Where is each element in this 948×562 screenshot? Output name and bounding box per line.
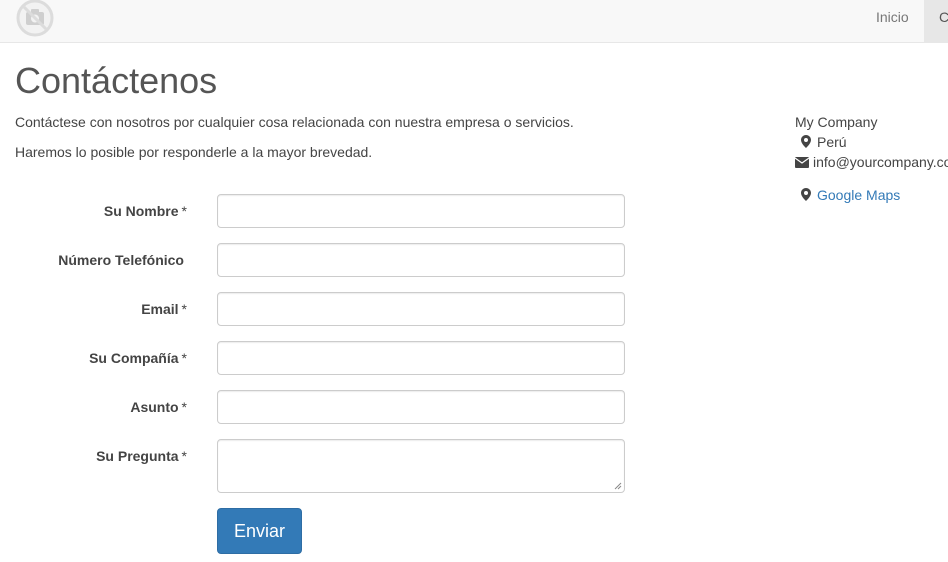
subject-label: Asunto *	[130, 399, 187, 415]
email-input[interactable]	[217, 292, 625, 326]
company-email[interactable]: info@yourcompany.com	[813, 154, 948, 170]
company-country: Perú	[817, 134, 847, 150]
intro-text: Contáctese con nosotros por cualquier co…	[15, 114, 574, 130]
map-marker-icon	[799, 188, 813, 204]
company-country-line: Perú	[795, 134, 847, 151]
resize-grip-icon[interactable]	[614, 482, 622, 490]
question-label: Su Pregunta *	[96, 448, 187, 464]
company-info: My Company Perú info@yourcompany.com Goo…	[795, 0, 948, 220]
phone-input[interactable]	[217, 243, 625, 277]
logo-icon[interactable]	[15, 0, 55, 38]
envelope-icon	[795, 155, 810, 171]
name-input[interactable]	[217, 194, 625, 228]
intro-text-secondary: Haremos lo posible por responderle a la …	[15, 144, 373, 160]
question-textarea[interactable]	[217, 439, 625, 493]
subject-input[interactable]	[217, 390, 625, 424]
company-input[interactable]	[217, 341, 625, 375]
name-label: Su Nombre *	[103, 203, 187, 219]
email-label: Email *	[141, 301, 187, 317]
google-maps-link[interactable]: Google Maps	[817, 187, 900, 203]
company-label: Su Compañía *	[89, 350, 187, 366]
map-marker-icon	[799, 135, 813, 151]
company-name: My Company	[795, 114, 878, 130]
submit-button[interactable]: Enviar	[217, 508, 302, 554]
page-title: Contáctenos	[15, 60, 218, 101]
google-maps-line: Google Maps	[795, 187, 900, 204]
company-email-line: info@yourcompany.com	[795, 154, 948, 171]
phone-label: Número Telefónico	[58, 252, 184, 268]
